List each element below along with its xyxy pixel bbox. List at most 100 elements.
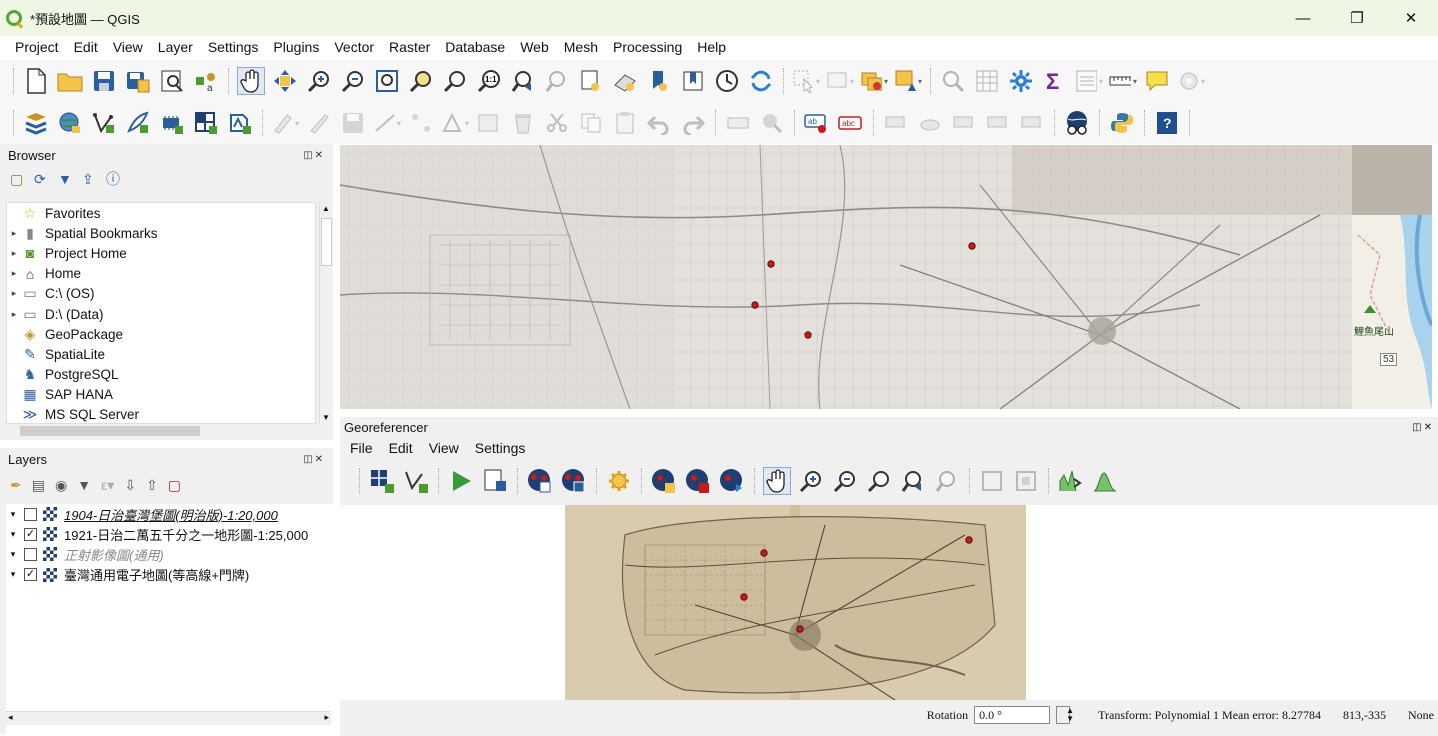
- scrollbar-thumb[interactable]: [321, 218, 332, 266]
- pan-to-selection-icon[interactable]: [271, 67, 299, 95]
- panel-float-close-icon[interactable]: ◫✕: [303, 454, 325, 465]
- browser-item[interactable]: ☆ Favorites: [7, 203, 315, 223]
- zoom-out-icon[interactable]: [831, 467, 859, 495]
- current-edits-icon[interactable]: ▾: [271, 109, 299, 137]
- deselect-icon[interactable]: ▾: [860, 67, 888, 95]
- scroll-right-arrow-icon[interactable]: ▸: [324, 712, 329, 723]
- layer-item[interactable]: ▾ ✓ 1921-日治二萬五千分之一地形圖-1:25,000: [6, 524, 333, 544]
- browser-item[interactable]: ▸ ▮ Spatial Bookmarks: [7, 223, 315, 243]
- expand-all-icon[interactable]: ⇩: [124, 477, 136, 494]
- menu-web[interactable]: Web: [520, 39, 549, 55]
- map-canvas[interactable]: 鯉魚尾山 53: [340, 145, 1432, 409]
- expand-arrow-icon[interactable]: ▾: [6, 509, 20, 520]
- refresh-icon[interactable]: ⟳: [34, 171, 50, 187]
- rotation-spinner[interactable]: ▲ ▼: [1056, 706, 1074, 724]
- move-label-icon[interactable]: [950, 109, 978, 137]
- browser-item[interactable]: ✎ SpatiaLite: [7, 344, 315, 364]
- menu-project[interactable]: Project: [15, 39, 59, 55]
- link-qgis-icon[interactable]: [1012, 467, 1040, 495]
- panel-float-close-icon[interactable]: ◫✕: [1412, 422, 1434, 433]
- toggle-editing-icon[interactable]: [305, 109, 333, 137]
- menu-raster[interactable]: Raster: [389, 39, 430, 55]
- layer-item[interactable]: ▾ 1904-日治臺灣堡圖(明治版)-1:20,000: [6, 504, 333, 524]
- print-layout-icon[interactable]: [158, 67, 186, 95]
- load-gcp-points-icon[interactable]: [526, 467, 554, 495]
- local-histogram-stretch-icon[interactable]: [1057, 467, 1085, 495]
- map-tips-icon[interactable]: [1143, 67, 1171, 95]
- zoom-native-icon[interactable]: 1:1: [475, 67, 503, 95]
- temporal-controller-icon[interactable]: [713, 67, 741, 95]
- change-label-icon[interactable]: [1018, 109, 1046, 137]
- zoom-out-icon[interactable]: [339, 67, 367, 95]
- edit-table-icon[interactable]: [475, 109, 503, 137]
- modify-attributes-icon[interactable]: ▾: [441, 109, 469, 137]
- new-bookmark-icon[interactable]: [645, 67, 673, 95]
- measure-line-icon[interactable]: ▾: [1109, 67, 1137, 95]
- spin-down-icon[interactable]: ▼: [1066, 715, 1074, 723]
- georeferencer-canvas[interactable]: [340, 505, 1438, 700]
- link-georeferencer-icon[interactable]: [978, 467, 1006, 495]
- layer-visibility-checkbox[interactable]: ✓: [24, 527, 37, 541]
- zoom-last-icon[interactable]: [899, 467, 927, 495]
- scroll-up-arrow-icon[interactable]: ▲: [322, 204, 330, 213]
- scrollbar-thumb[interactable]: [20, 426, 200, 436]
- layer-item[interactable]: ▾ ✓ 臺灣通用電子地圖(等高線+門牌): [6, 565, 333, 585]
- diagram-properties-icon[interactable]: abc: [837, 109, 865, 137]
- help-icon[interactable]: ?: [1153, 109, 1181, 137]
- pan-icon[interactable]: [763, 467, 791, 495]
- new-gps-layer-icon[interactable]: [226, 109, 254, 137]
- add-selected-layers-icon[interactable]: ▢: [10, 171, 26, 187]
- open-raster-icon[interactable]: [368, 467, 396, 495]
- expand-arrow-icon[interactable]: ▸: [7, 309, 21, 320]
- open-project-icon[interactable]: [56, 67, 84, 95]
- expand-arrow-icon[interactable]: ▸: [7, 248, 21, 259]
- zoom-next-icon[interactable]: [933, 467, 961, 495]
- delete-selected-icon[interactable]: [509, 109, 537, 137]
- generate-gdal-script-icon[interactable]: [481, 467, 509, 495]
- statistics-sigma-icon[interactable]: Σ: [1041, 67, 1069, 95]
- menu-processing[interactable]: Processing: [613, 39, 682, 55]
- menu-view[interactable]: View: [113, 39, 143, 55]
- add-group-icon[interactable]: ▤: [32, 477, 45, 494]
- zoom-to-layer-icon[interactable]: [441, 67, 469, 95]
- panel-float-close-icon[interactable]: ◫✕: [303, 150, 325, 161]
- filter-icon[interactable]: ▼: [58, 171, 74, 187]
- digitize-line-icon[interactable]: ▾: [373, 109, 401, 137]
- new-vertex-layer-icon[interactable]: [90, 109, 118, 137]
- new-3d-view-icon[interactable]: [611, 67, 639, 95]
- scroll-down-arrow-icon[interactable]: ▼: [322, 413, 330, 422]
- save-edits-icon[interactable]: [339, 109, 367, 137]
- expand-arrow-icon[interactable]: ▾: [6, 569, 20, 580]
- open-attribute-table-icon[interactable]: [973, 67, 1001, 95]
- rotate-label-icon[interactable]: [984, 109, 1012, 137]
- rotation-input[interactable]: 0.0 °: [974, 706, 1051, 724]
- manage-visibility-icon[interactable]: ◉: [55, 477, 67, 494]
- maximize-button[interactable]: ❐: [1330, 0, 1384, 36]
- menu-database[interactable]: Database: [445, 39, 505, 55]
- show-hide-labels-icon[interactable]: [916, 109, 944, 137]
- collapse-all-icon[interactable]: ⇧: [146, 477, 158, 494]
- expand-arrow-icon[interactable]: ▸: [7, 228, 21, 239]
- label-toolbar-icon[interactable]: [724, 109, 752, 137]
- info-icon[interactable]: ⓘ: [106, 171, 122, 187]
- vertex-tool-icon[interactable]: [407, 109, 435, 137]
- start-georeferencing-icon[interactable]: [447, 467, 475, 495]
- select-location-icon[interactable]: ▾: [894, 67, 922, 95]
- filter-legend-icon[interactable]: ▼: [77, 477, 91, 493]
- browser-item[interactable]: ▸ ▭ D:\ (Data): [7, 304, 315, 324]
- refresh-icon[interactable]: [747, 67, 775, 95]
- cut-features-icon[interactable]: [543, 109, 571, 137]
- copy-features-icon[interactable]: [577, 109, 605, 137]
- close-button[interactable]: ✕: [1384, 0, 1438, 36]
- browser-item[interactable]: ▸ ⌂ Home: [7, 264, 315, 284]
- geo-menu-edit[interactable]: Edit: [389, 440, 413, 456]
- layer-visibility-checkbox[interactable]: [24, 507, 37, 521]
- zoom-to-layer-icon[interactable]: [865, 467, 893, 495]
- browser-item[interactable]: ♞ PostgreSQL: [7, 365, 315, 385]
- style-manager-icon[interactable]: a: [192, 67, 220, 95]
- data-source-manager-icon[interactable]: [22, 109, 50, 137]
- menu-settings[interactable]: Settings: [208, 39, 259, 55]
- collapse-all-icon[interactable]: ⇪: [82, 171, 98, 187]
- minimize-button[interactable]: —: [1276, 0, 1330, 36]
- filter-expression-icon[interactable]: ε▾: [101, 477, 114, 494]
